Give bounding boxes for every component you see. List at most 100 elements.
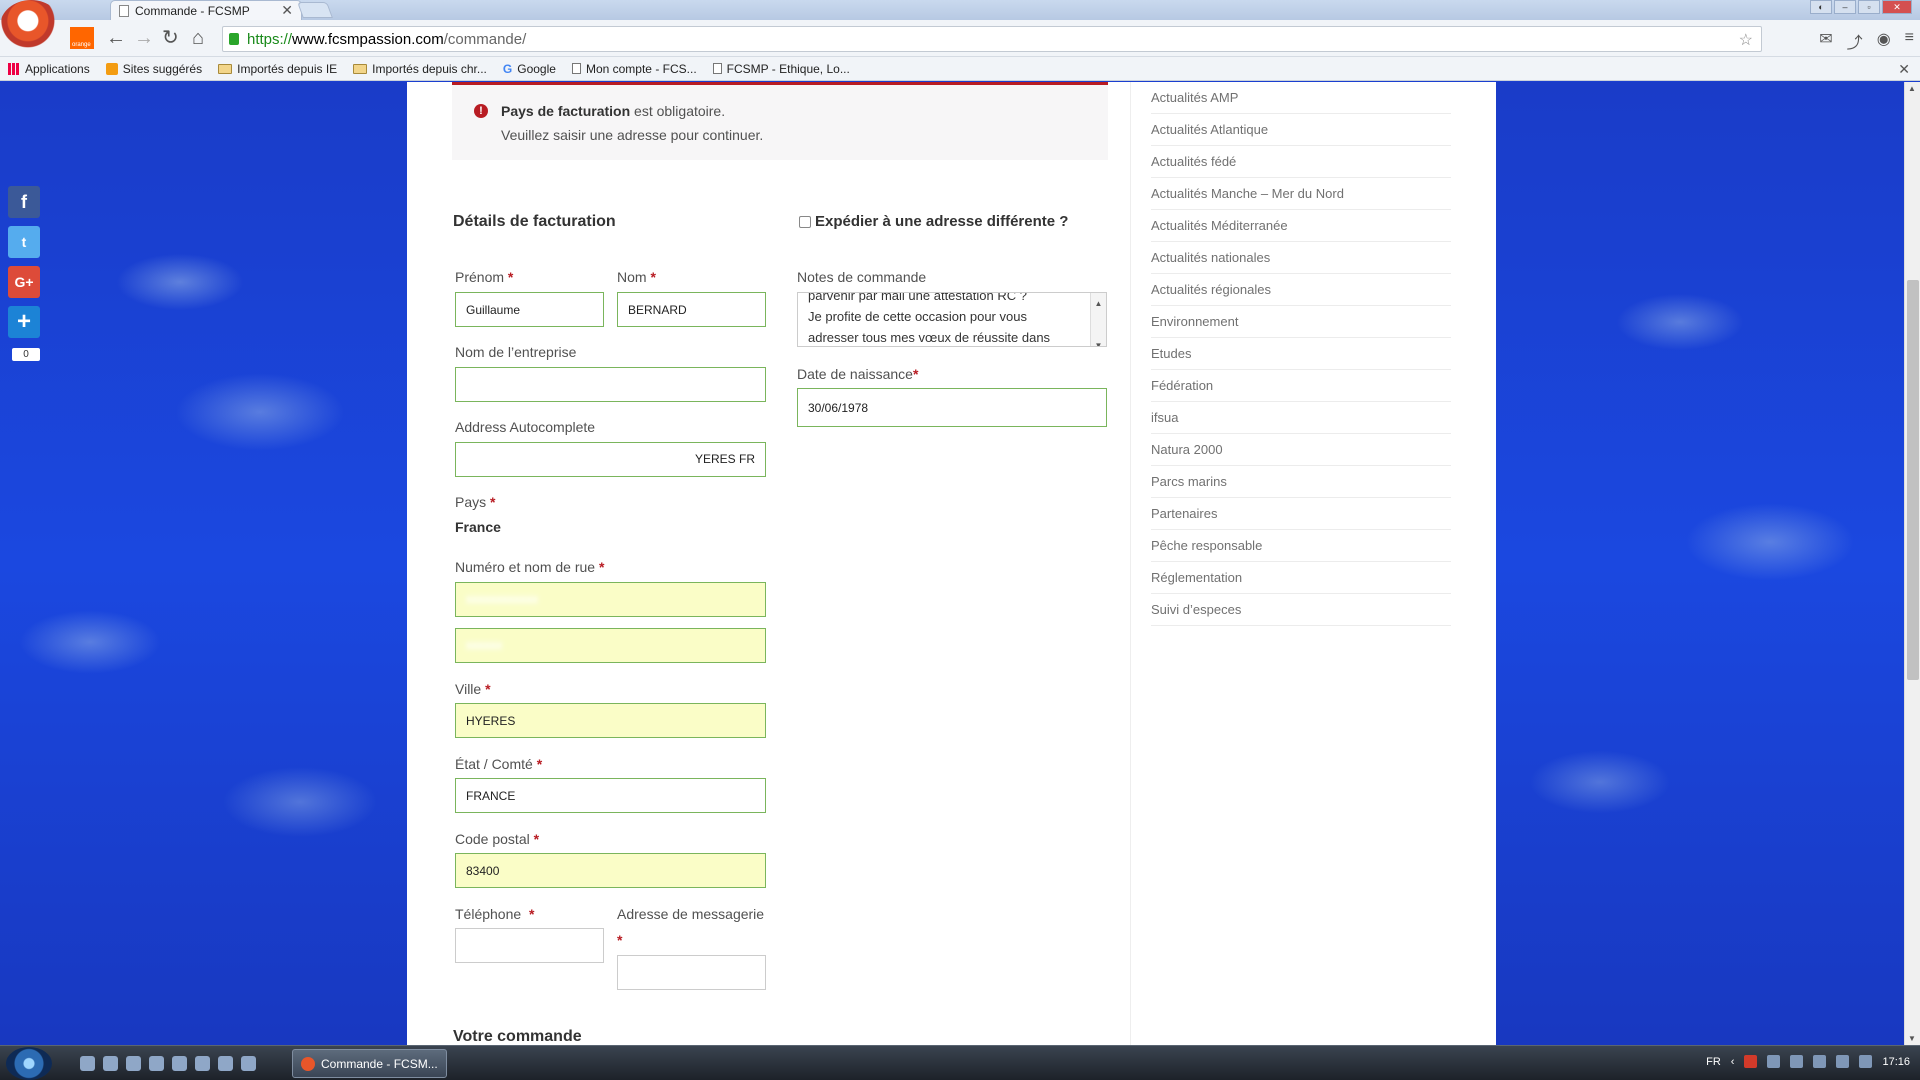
sidebar-item-regionales[interactable]: Actualités régionales: [1151, 274, 1451, 306]
reload-icon[interactable]: ↻: [162, 28, 179, 48]
language-indicator[interactable]: FR: [1706, 1056, 1721, 1068]
facebook-share-icon[interactable]: f: [8, 186, 40, 218]
first-name-label: Prénom *: [455, 269, 514, 285]
user-icon[interactable]: ◐: [1810, 0, 1832, 14]
bookmark-fcsmp[interactable]: FCSMP - Ethique, Lo...: [712, 62, 850, 76]
document-icon[interactable]: [241, 1056, 256, 1071]
bookmark-folder-ie[interactable]: Importés depuis IE: [218, 62, 337, 76]
postcode-field[interactable]: [455, 853, 766, 888]
taskbar-window-button[interactable]: Commande - FCSM...: [292, 1049, 447, 1078]
ship-different-checkbox[interactable]: [799, 216, 811, 228]
sidebar-item-atlantique[interactable]: Actualités Atlantique: [1151, 114, 1451, 146]
scroll-up-icon[interactable]: ▲: [1908, 84, 1916, 93]
mail-icon[interactable]: ✉: [1819, 29, 1832, 53]
sidebar-item-ifsua[interactable]: ifsua: [1151, 402, 1451, 434]
folder-icon: [353, 63, 368, 74]
state-field[interactable]: [455, 778, 766, 813]
sidebar-item-federation[interactable]: Fédération: [1151, 370, 1451, 402]
close-tab-icon[interactable]: ✕: [281, 2, 293, 19]
order-notes-textarea[interactable]: parvenir par mail une attestation RC ? J…: [797, 292, 1107, 347]
address-autocomplete-field[interactable]: xxxxxxxxxxxxxxxxxxxxxxx YERES FR: [455, 442, 766, 477]
bookmark-folder-chrome[interactable]: Importés depuis chr...: [353, 62, 487, 76]
chevron-left-icon[interactable]: ‹: [1731, 1056, 1735, 1068]
eye-icon[interactable]: ◉: [1877, 29, 1891, 53]
sidebar-item-reglementation[interactable]: Réglementation: [1151, 562, 1451, 594]
tray-app-icon[interactable]: [1813, 1055, 1827, 1068]
main-content: ! Pays de facturation est obligatoire. V…: [407, 82, 1496, 1045]
browser-task-icon: [301, 1056, 315, 1071]
ship-different-label[interactable]: Expédier à une adresse différente ?: [815, 213, 1068, 230]
notes-scrollbar[interactable]: ▲ ▼: [1090, 293, 1106, 346]
street-address-field[interactable]: xxxxxxxxxxxx: [455, 582, 766, 617]
start-button[interactable]: [6, 1047, 52, 1080]
tab-bar: Commande - FCSMP ✕ ◐ – ▫ ✕: [0, 0, 1920, 52]
twitter-share-icon[interactable]: t: [8, 226, 40, 258]
address-bar[interactable]: https://www.fcsmpassion.com/commande/ ☆: [222, 26, 1762, 52]
bookmark-applications[interactable]: Applications: [8, 62, 90, 76]
tab-commande[interactable]: Commande - FCSMP ✕: [110, 0, 302, 20]
desktop-icon[interactable]: [80, 1056, 95, 1071]
company-label: Nom de l’entreprise: [455, 344, 577, 360]
company-field[interactable]: xxxxxx: [455, 367, 766, 402]
app-icon[interactable]: [172, 1056, 187, 1071]
sidebar-item-fede[interactable]: Actualités fédé: [1151, 146, 1451, 178]
phone-field[interactable]: xxxxxxxx: [455, 928, 604, 963]
email-field[interactable]: [617, 955, 766, 990]
sidebar-item-mediterranee[interactable]: Actualités Méditerranée: [1151, 210, 1451, 242]
new-tab-button[interactable]: [297, 2, 333, 18]
volume-icon[interactable]: [1859, 1055, 1873, 1068]
browser-icon[interactable]: [218, 1056, 233, 1071]
postcode-label: Code postal *: [455, 831, 540, 847]
network-tray-icon[interactable]: [1836, 1055, 1850, 1068]
page-scrollbar[interactable]: ▲ ▼: [1904, 82, 1920, 1045]
scroll-down-icon[interactable]: ▼: [1908, 1034, 1916, 1043]
bookmark-google[interactable]: G Google: [503, 62, 556, 76]
bookmark-mon-compte[interactable]: Mon compte - FCS...: [571, 62, 697, 76]
tray-app-icon[interactable]: [1767, 1055, 1781, 1068]
minimize-button[interactable]: –: [1834, 0, 1856, 14]
sidebar-item-nationales[interactable]: Actualités nationales: [1151, 242, 1451, 274]
sidebar-item-amp[interactable]: Actualités AMP: [1151, 82, 1451, 114]
first-name-field[interactable]: [455, 292, 604, 327]
email-label: Adresse de messagerie: [617, 906, 765, 922]
city-field[interactable]: [455, 703, 766, 738]
last-name-field[interactable]: [617, 292, 766, 327]
country-value: France: [455, 519, 501, 535]
firefox-icon[interactable]: [195, 1056, 210, 1071]
bookmark-star-icon[interactable]: ☆: [1739, 30, 1753, 50]
sidebar-item-etudes[interactable]: Etudes: [1151, 338, 1451, 370]
addthis-share-icon[interactable]: +: [8, 306, 40, 338]
browser-toolbar: orange ← → ↻ ⌂ https://www.fcsmpassion.c…: [0, 20, 1920, 57]
network-icon[interactable]: [149, 1056, 164, 1071]
sidebar-item-environnement[interactable]: Environnement: [1151, 306, 1451, 338]
sidebar-item-manche[interactable]: Actualités Manche – Mer du Nord: [1151, 178, 1451, 210]
close-window-button[interactable]: ✕: [1882, 0, 1912, 14]
forward-icon[interactable]: →: [134, 28, 154, 48]
suggested-icon: [105, 62, 118, 75]
sidebar-item-suivi[interactable]: Suivi d’especes: [1151, 594, 1451, 626]
orange-logo-icon[interactable]: orange: [70, 27, 94, 49]
home-icon[interactable]: ⌂: [192, 28, 204, 48]
dob-field[interactable]: [797, 388, 1107, 427]
clock[interactable]: 17:16: [1882, 1056, 1910, 1068]
tray-app-icon[interactable]: [1744, 1055, 1758, 1068]
media-icon[interactable]: [103, 1056, 118, 1071]
sidebar-item-parcs[interactable]: Parcs marins: [1151, 466, 1451, 498]
close-icon[interactable]: ✕: [1898, 61, 1910, 78]
sidebar-item-natura[interactable]: Natura 2000: [1151, 434, 1451, 466]
tray-app-icon[interactable]: [1790, 1055, 1804, 1068]
menu-icon[interactable]: ≡: [1905, 29, 1914, 53]
sidebar-item-partenaires[interactable]: Partenaires: [1151, 498, 1451, 530]
googleplus-share-icon[interactable]: G+: [8, 266, 40, 298]
window-icon[interactable]: [126, 1056, 141, 1071]
column-divider: [1130, 82, 1131, 1045]
back-icon[interactable]: ←: [106, 28, 126, 48]
share-icon[interactable]: ⤴: [1847, 29, 1863, 53]
street-address-2-field[interactable]: xxxxxx: [455, 628, 766, 663]
last-name-label: Nom *: [617, 269, 656, 285]
maximize-button[interactable]: ▫: [1858, 0, 1880, 14]
sidebar-item-peche[interactable]: Pêche responsable: [1151, 530, 1451, 562]
scrollbar-thumb[interactable]: [1907, 280, 1919, 680]
browser-logo-icon[interactable]: [0, 0, 62, 52]
bookmark-suggested[interactable]: Sites suggérés: [105, 62, 202, 76]
